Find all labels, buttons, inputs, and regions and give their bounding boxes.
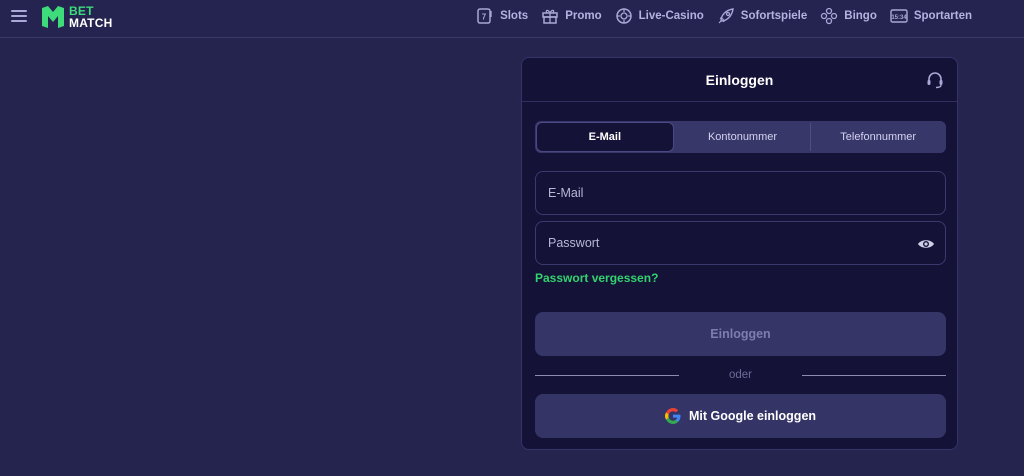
show-password-eye-icon[interactable] xyxy=(917,235,935,253)
tab-account-number[interactable]: Kontonummer xyxy=(675,121,811,153)
nav-item-label: Slots xyxy=(500,10,529,22)
nav-item-promo[interactable]: Promo xyxy=(541,7,602,25)
nav-item-label: Bingo xyxy=(844,10,877,22)
or-divider: oder xyxy=(535,367,946,383)
password-field-wrapper xyxy=(535,221,946,265)
forgot-password-link[interactable]: Passwort vergessen? xyxy=(535,271,658,285)
login-submit-button[interactable]: Einloggen xyxy=(535,312,946,356)
nav-item-sportarten[interactable]: 15:34 Sportarten xyxy=(890,7,972,25)
tab-phone-number[interactable]: Telefonnummer xyxy=(810,121,946,153)
gift-icon xyxy=(542,9,558,24)
login-card-header: Einloggen xyxy=(522,58,957,102)
hamburger-menu-icon[interactable] xyxy=(11,10,27,24)
divider-text: oder xyxy=(728,369,753,381)
google-login-button[interactable]: Mit Google einloggen xyxy=(535,394,946,438)
login-card: Einloggen E-Mail Kontonummer Telefonnumm… xyxy=(521,57,958,450)
rocket-icon xyxy=(718,8,734,24)
slot-machine-icon: 7 xyxy=(477,8,492,24)
logo-text: BET MATCH xyxy=(69,5,112,29)
casino-chip-icon xyxy=(615,8,632,24)
divider-line-left xyxy=(535,374,679,376)
svg-text:7: 7 xyxy=(482,13,487,22)
email-field-wrapper xyxy=(535,171,946,215)
login-method-tabs: E-Mail Kontonummer Telefonnummer xyxy=(535,121,946,153)
svg-text:15:34: 15:34 xyxy=(891,15,907,21)
email-input[interactable] xyxy=(536,172,945,214)
nav-item-label: Sofortspiele xyxy=(740,10,808,22)
betmatch-logo-mark-icon xyxy=(42,6,64,28)
logo-text-line2: MATCH xyxy=(69,16,113,30)
tab-email[interactable]: E-Mail xyxy=(536,122,674,152)
support-headset-icon[interactable] xyxy=(925,70,945,90)
google-icon xyxy=(664,408,681,424)
main-nav: 7 Slots Promo Live-Casino Sofortspiele B… xyxy=(463,7,972,25)
divider-line-right xyxy=(802,374,946,376)
google-login-label: Mit Google einloggen xyxy=(688,409,817,423)
nav-item-live-casino[interactable]: Live-Casino xyxy=(615,7,704,25)
bingo-balls-icon xyxy=(821,7,838,25)
nav-item-label: Sportarten xyxy=(913,10,972,22)
nav-item-slots[interactable]: 7 Slots xyxy=(476,7,528,25)
nav-item-bingo[interactable]: Bingo xyxy=(820,7,877,25)
nav-item-sofortspiele[interactable]: Sofortspiele xyxy=(717,7,807,25)
login-title: Einloggen xyxy=(705,71,774,88)
scoreboard-icon: 15:34 xyxy=(890,9,908,23)
nav-item-label: Live-Casino xyxy=(638,10,704,22)
password-input[interactable] xyxy=(536,222,945,264)
top-navigation-bar: BET MATCH 7 Slots Promo Live-Casino Sofo… xyxy=(0,0,1024,38)
betmatch-logo[interactable]: BET MATCH xyxy=(40,3,112,31)
nav-item-label: Promo xyxy=(565,10,602,22)
